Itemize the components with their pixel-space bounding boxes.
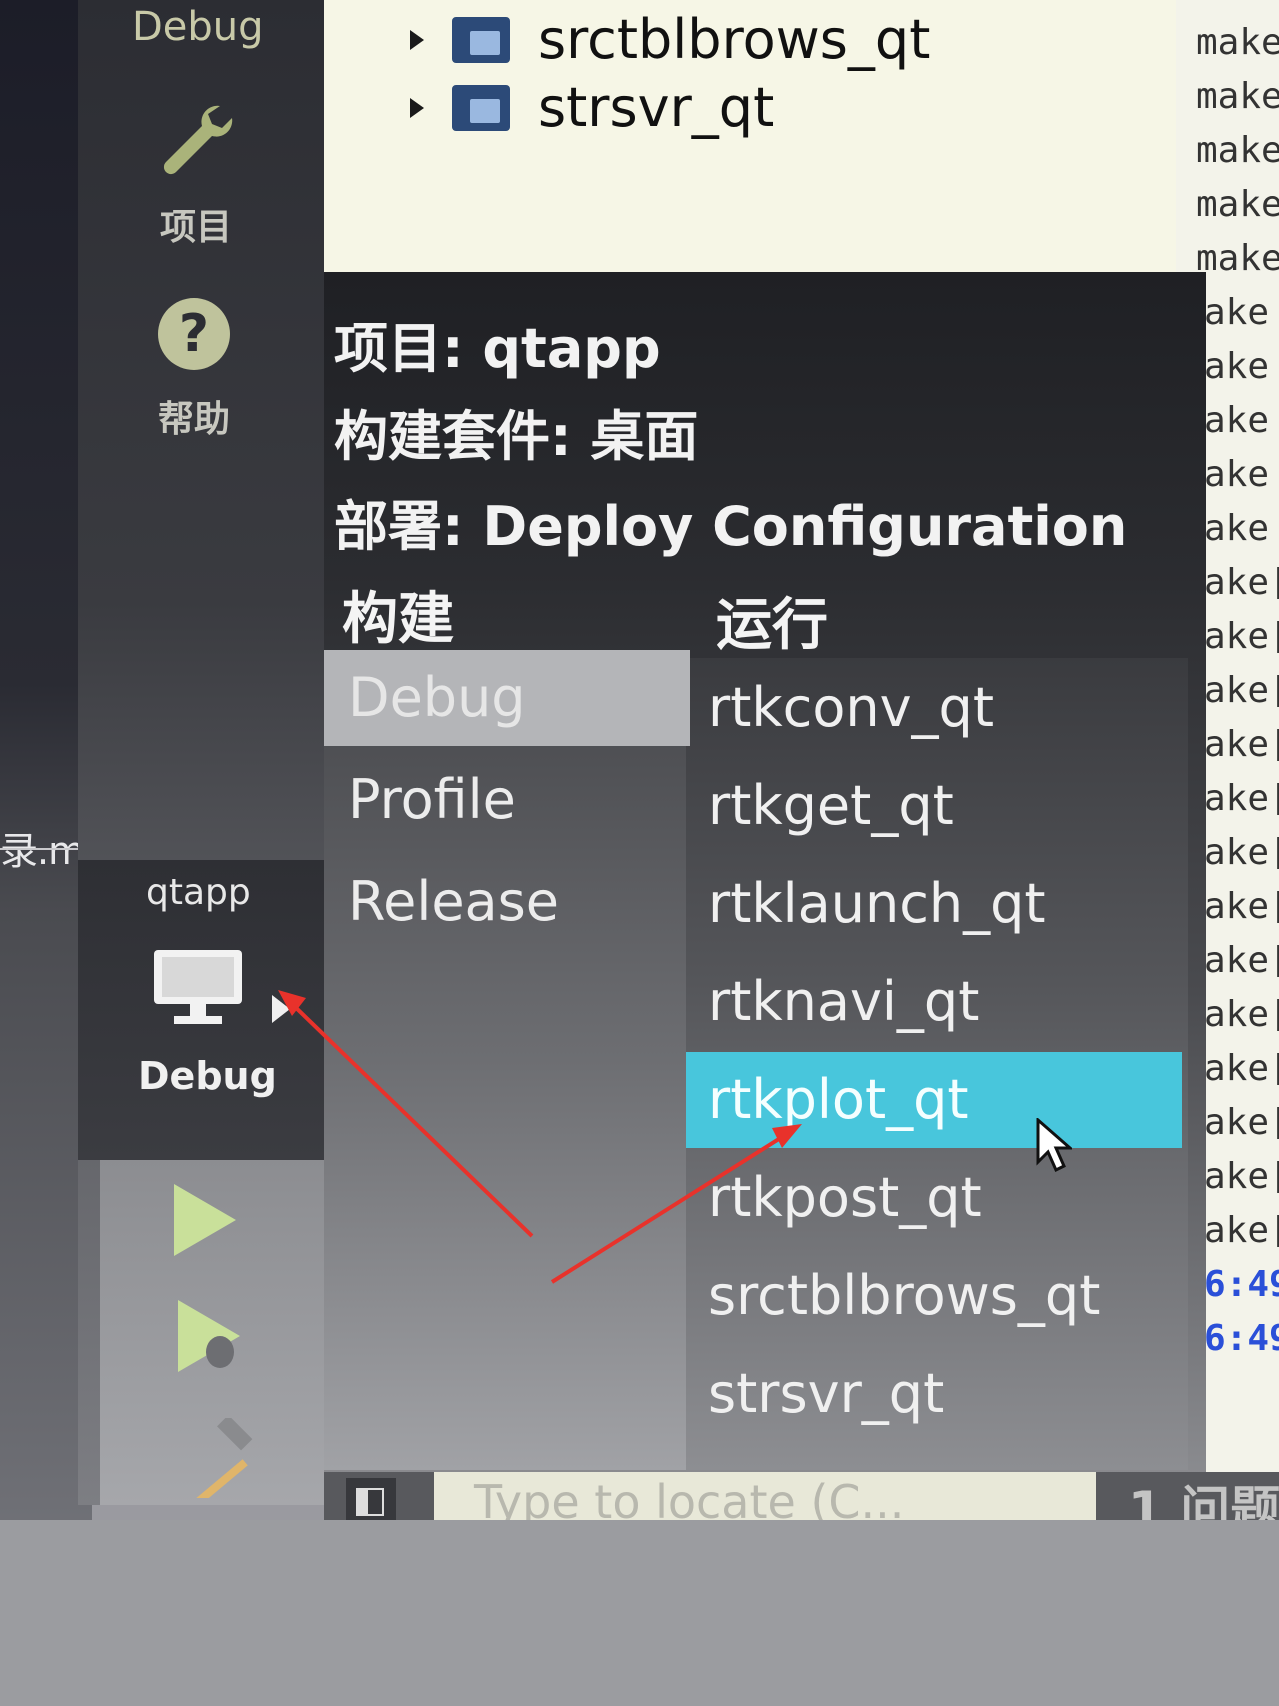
annotation-arrow-to-run [550, 1130, 792, 1284]
annotation-arrowhead-run [772, 1124, 802, 1148]
annotation-arrow-to-kit [288, 1000, 534, 1238]
annotation-arrows [278, 990, 802, 1284]
